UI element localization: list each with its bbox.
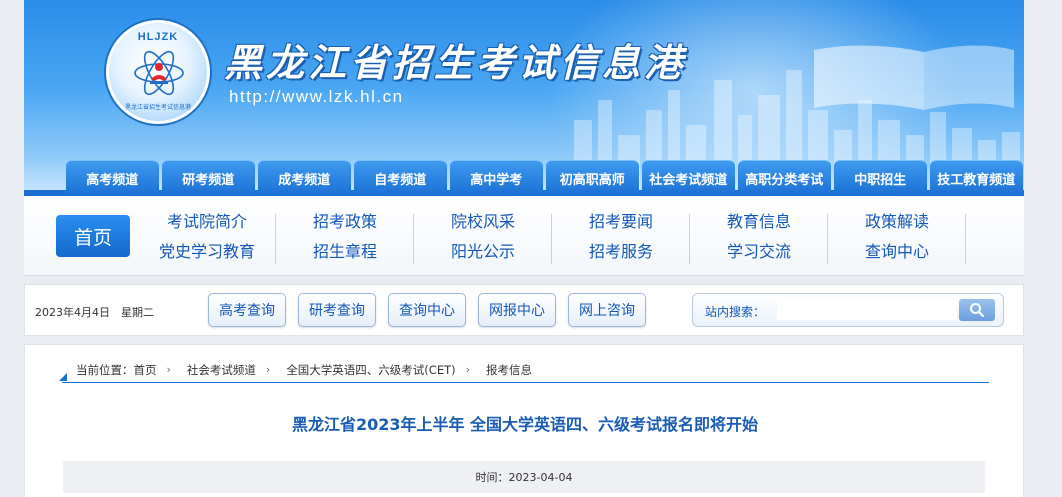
article-content: 当前位置：首页 › 社会考试频道 › 全国大学英语四、六级考试(CET) › 报… (24, 344, 1024, 497)
breadcrumb-social-exam-link[interactable]: 社会考试频道 (187, 361, 256, 379)
search-button[interactable] (959, 299, 995, 321)
nav-column-2: 招考政策 招生章程 (276, 210, 414, 264)
current-date: 2023年4月4日 星期二 (35, 306, 154, 319)
channel-tab-zhongzhi[interactable]: 中职招生 (834, 160, 927, 196)
nav-divider (965, 214, 966, 264)
article-title: 黑龙江省2023年上半年 全国大学英语四、六级考试报名即将开始 (291, 415, 759, 434)
channel-tab-vocational-exam[interactable]: 高职分类考试 (738, 160, 831, 196)
site-logo[interactable]: HLJZK 黑龙江省招生考试信息港 (106, 20, 210, 124)
nav-link-news[interactable]: 招考要闻 (589, 210, 653, 234)
gaokao-query-button[interactable]: 高考查询 (208, 293, 286, 327)
site-url[interactable]: http://www.lzk.hl.cn (229, 87, 404, 107)
channel-tab-xuekao[interactable]: 高中学考 (450, 160, 543, 196)
nav-link-charter[interactable]: 招生章程 (313, 240, 377, 264)
nav-link-about[interactable]: 考试院简介 (167, 210, 247, 234)
channel-tab-yankao[interactable]: 研考频道 (162, 160, 255, 196)
publish-time: 时间：2023-04-04 (475, 471, 573, 484)
nav-link-query-center[interactable]: 查询中心 (865, 240, 929, 264)
nav-link-policy[interactable]: 招考政策 (313, 210, 377, 234)
site-title: 黑龙江省招生考试信息港 (224, 40, 687, 85)
search-label: 站内搜索： (705, 305, 766, 319)
breadcrumb-corner-icon (59, 373, 67, 381)
channel-tab-zikao[interactable]: 自考频道 (354, 160, 447, 196)
logo-text-bottom: 黑龙江省招生考试信息港 (124, 104, 191, 111)
nav-link-colleges[interactable]: 院校风采 (451, 210, 515, 234)
channel-tab-gaokao[interactable]: 高考频道 (66, 160, 159, 196)
nav-column-1: 考试院简介 党史学习教育 (138, 210, 276, 264)
atom-emblem-icon (134, 50, 184, 96)
quick-toolbar: 2023年4月4日 星期二 高考查询 研考查询 查询中心 网报中心 网上咨询 站… (24, 284, 1024, 336)
nav-link-public-notice[interactable]: 阳光公示 (451, 240, 515, 264)
online-consult-button[interactable]: 网上咨询 (568, 293, 646, 327)
registration-center-button[interactable]: 网报中心 (478, 293, 556, 327)
breadcrumb-registration-info-link[interactable]: 报考信息 (486, 361, 532, 379)
yankao-query-button[interactable]: 研考查询 (298, 293, 376, 327)
chevron-right-icon: › (166, 363, 171, 376)
nav-column-4: 招考要闻 招考服务 (552, 210, 690, 264)
breadcrumb-prefix-label: 当前位置： (76, 363, 134, 377)
search-input[interactable] (777, 300, 957, 320)
channel-tab-gaozhi-gaoshi[interactable]: 初高职高师 (546, 160, 639, 196)
channel-tab-jigong[interactable]: 技工教育频道 (930, 160, 1023, 196)
channel-tabs: 高考频道 研考频道 成考频道 自考频道 高中学考 初高职高师 社会考试频道 高职… (66, 160, 1026, 196)
search-icon (970, 303, 985, 318)
chevron-right-icon: › (265, 363, 271, 376)
article-meta-bar: 时间：2023-04-04 (63, 461, 985, 493)
breadcrumb-home-link[interactable]: 首页 (134, 363, 157, 377)
site-search: 站内搜索： (692, 293, 1004, 327)
nav-column-6: 政策解读 查询中心 (828, 210, 966, 264)
main-nav: 首页 考试院简介 党史学习教育 招考政策 招生章程 院校风采 阳光公示 招考要闻… (24, 196, 1024, 276)
nav-link-services[interactable]: 招考服务 (589, 240, 653, 264)
breadcrumb-cet-link[interactable]: 全国大学英语四、六级考试(CET) (286, 361, 455, 379)
breadcrumb-prefix: 当前位置：首页 (76, 361, 157, 379)
nav-column-3: 院校风采 阳光公示 (414, 210, 552, 264)
home-button[interactable]: 首页 (56, 215, 130, 257)
nav-column-5: 教育信息 学习交流 (690, 210, 828, 264)
query-center-button[interactable]: 查询中心 (388, 293, 466, 327)
channel-tab-chengkao[interactable]: 成考频道 (258, 160, 351, 196)
nav-link-interpretation[interactable]: 政策解读 (865, 210, 929, 234)
logo-text-top: HLJZK (137, 31, 179, 43)
breadcrumb: 当前位置：首页 › 社会考试频道 › 全国大学英语四、六级考试(CET) › 报… (59, 361, 989, 383)
chevron-right-icon: › (465, 363, 471, 376)
nav-link-party-study[interactable]: 党史学习教育 (159, 240, 255, 264)
nav-link-education-info[interactable]: 教育信息 (727, 210, 791, 234)
channel-tab-social-exam[interactable]: 社会考试频道 (642, 160, 735, 196)
nav-link-exchange[interactable]: 学习交流 (727, 240, 791, 264)
